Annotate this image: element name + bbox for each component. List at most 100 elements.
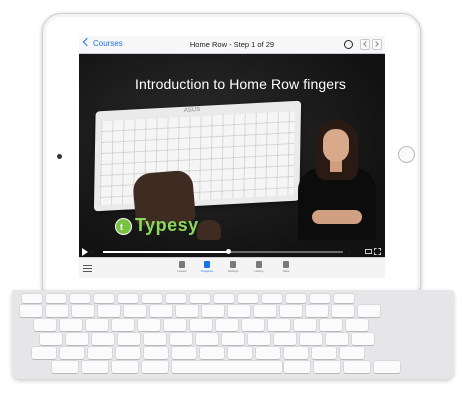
previous-step-button[interactable] [360,39,370,50]
keyboard-key[interactable] [172,347,196,359]
keyboard-key[interactable] [60,347,84,359]
keyboard-key[interactable] [144,347,168,359]
keyboard-key[interactable] [118,333,140,345]
tab-library[interactable]: Library [248,261,270,277]
keyboard-key[interactable] [118,294,138,303]
keyboard-key[interactable] [274,333,296,345]
keyboard-key[interactable] [86,319,108,331]
keyboard-key[interactable] [202,305,224,317]
keyboard-key[interactable] [116,347,140,359]
keyboard-key[interactable] [294,319,316,331]
keyboard-key[interactable] [286,294,306,303]
keyboard-key[interactable] [190,294,210,303]
keyboard-key[interactable] [98,305,120,317]
keyboard-key[interactable] [164,319,186,331]
keyboard-key[interactable] [22,294,42,303]
keyboard-key[interactable] [228,305,250,317]
library-icon [256,261,262,268]
total-time: · [349,249,351,254]
keyboard-key[interactable] [40,333,62,345]
keyboard-key[interactable] [314,361,340,373]
keyboard-key[interactable] [138,319,160,331]
keyboard-key[interactable] [144,333,166,345]
keyboard-key[interactable] [142,361,168,373]
keyboard-key[interactable] [60,319,82,331]
keyboard-key[interactable] [170,333,192,345]
keyboard-key[interactable] [300,333,322,345]
keyboard-key[interactable] [326,333,348,345]
home-button[interactable] [398,146,415,163]
chevron-left-icon [363,41,369,47]
progress-ring-icon[interactable] [344,40,353,49]
keyboard-key[interactable] [88,347,112,359]
keyboard-key[interactable] [142,294,162,303]
keyboard-key[interactable] [46,294,66,303]
next-step-button[interactable] [372,39,382,50]
keyboard-key[interactable] [352,333,374,345]
keyboard-key[interactable] [46,305,68,317]
seek-bar[interactable] [103,249,343,254]
keyboard-key[interactable] [32,347,56,359]
keyboard-key[interactable] [176,305,198,317]
keyboard-key[interactable] [172,361,282,373]
keyboard-key[interactable] [92,333,114,345]
keyboard-key[interactable] [72,305,94,317]
keyboard-key[interactable] [216,319,238,331]
keyboard-key[interactable] [112,361,138,373]
keyboard-key[interactable] [66,333,88,345]
seek-handle[interactable] [225,249,231,254]
keyboard-key[interactable] [248,333,270,345]
page-title: Home Row - Step 1 of 29 [189,40,275,49]
keyboard-key[interactable] [124,305,146,317]
tab-progress[interactable]: Progress [196,261,218,277]
video-player[interactable]: Introduction to Home Row fingers ASUS t … [79,54,385,257]
keyboard-key[interactable] [344,361,370,373]
keyboard-key[interactable] [262,294,282,303]
keyboard-key[interactable] [34,319,56,331]
keyboard-key[interactable] [268,319,290,331]
keyboard-key[interactable] [280,305,302,317]
keyboard-key[interactable] [334,294,354,303]
keyboard-key[interactable] [166,294,186,303]
keyboard-key[interactable] [312,347,336,359]
keyboard-key[interactable] [358,305,380,317]
fullscreen-icon[interactable] [374,248,381,255]
tab-stats[interactable]: Stats [275,261,297,277]
keyboard-key[interactable] [150,305,172,317]
keyboard-key[interactable] [112,319,134,331]
keyboard-key[interactable] [82,361,108,373]
keyboard-key[interactable] [306,305,328,317]
keyboard-key[interactable] [20,305,42,317]
keyboard-key[interactable] [94,294,114,303]
keyboard-key[interactable] [214,294,234,303]
keyboard-key[interactable] [340,347,364,359]
keyboard-key[interactable] [70,294,90,303]
keyboard-key[interactable] [196,333,218,345]
runner-icon [204,261,210,268]
keyboard-key[interactable] [254,305,276,317]
video-title: Introduction to Home Row fingers [135,76,346,92]
keyboard-key[interactable] [284,347,308,359]
tab-lesson[interactable]: Lesson [171,261,193,277]
captions-icon[interactable] [365,249,372,254]
keyboard-key[interactable] [52,361,78,373]
keyboard-key[interactable] [238,294,258,303]
play-icon[interactable] [82,248,88,256]
keyboard-key[interactable] [228,347,252,359]
seek-fill [103,251,228,253]
keyboard-key[interactable] [256,347,280,359]
menu-icon[interactable] [83,265,92,272]
logo-badge-icon: t [115,218,132,235]
keyboard-key[interactable] [200,347,224,359]
keyboard-key[interactable] [242,319,264,331]
bluetooth-keyboard [12,290,454,379]
keyboard-key[interactable] [222,333,244,345]
keyboard-key[interactable] [320,319,342,331]
keyboard-key[interactable] [190,319,212,331]
keyboard-key[interactable] [374,361,400,373]
keyboard-key[interactable] [284,361,310,373]
keyboard-key[interactable] [310,294,330,303]
tab-settings[interactable]: Settings [222,261,244,277]
keyboard-key[interactable] [346,319,368,331]
keyboard-key[interactable] [332,305,354,317]
